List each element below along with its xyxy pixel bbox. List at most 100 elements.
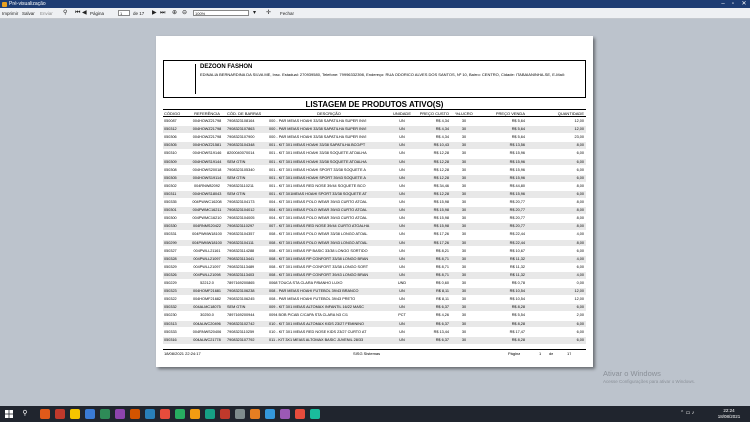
taskbar-app-icon[interactable] [265,409,275,419]
table-row: 050313 004ALWC20496 7908323102742 010 - KIT… [163,320,586,328]
cell-barras: 7908323113403 [227,272,255,277]
cell-unidade: UN [399,191,405,196]
send-label: Enviar [40,11,53,16]
taskbar-app-icon[interactable] [205,409,215,419]
cell-codigo: 050229 [164,281,177,285]
prev-page-icon[interactable]: ◀ [82,10,87,17]
search-icon[interactable]: ⚲ [20,409,30,419]
cell-barras: 7908323106238 [227,289,255,294]
send-button[interactable]: Enviar [40,10,53,17]
table-row: 050309 004HOWS19144 SEM GTIN 001 - KIT 3X1 … [163,158,586,166]
cell-descricao: 011 - KIT 3X1 MEIAS ALTOMAX BASIC JUVENI… [269,337,364,342]
table-row: 050326 004PWLL21098 7908323113403 008 - KIT… [163,271,586,279]
taskbar-app-icon[interactable] [250,409,260,419]
taskbar-app-icon[interactable] [145,409,155,419]
close-button[interactable]: Fechar [280,10,294,17]
windows-start-icon[interactable] [4,409,14,419]
cell-preco-custo: R$ 34,46 [433,183,449,188]
cell-referencia: 004PWMW18100 [192,232,222,237]
cell-preco-custo: R$ 10,43 [433,143,449,148]
cell-preco-venda: R$ 22,44 [509,240,525,245]
report-title: LISTAGEM DE PRODUTOS ATIVO(S) [163,100,586,110]
print-button[interactable]: Imprimir [2,10,18,17]
cell-preco-custo: R$ 15,98 [433,200,449,204]
cell-barras: 7908323104005 [227,216,255,221]
minimize-button[interactable]: – [718,0,728,8]
col-codigo: CÓDIGO [164,111,181,116]
tray-icons[interactable]: ⌃ ▭ ♪ [680,410,694,416]
cell-lucro: 30 [461,289,467,294]
cell-unidade: UN [399,329,405,334]
cell-barras: 7908323110297 [227,224,255,229]
zoom-dropdown-icon[interactable]: ▾ [253,10,256,17]
cell-quantidade: 6,00 [576,175,584,180]
taskbar-app-icon[interactable] [175,409,185,419]
cell-codigo: 050308 [164,167,177,172]
cell-codigo: 050305 [164,143,177,148]
cell-preco-venda: R$ 5,64 [511,127,525,132]
cell-descricao: 001 - KIT 3X1 MEIAS RED NOSE 39/44 SOQUE… [269,183,366,188]
page-input[interactable]: 1 [118,10,130,16]
cell-unidade: UN [399,289,405,294]
cell-descricao: 008 - KIT 3X1 MEIAS RP BASIC 33/38 LONGO… [269,248,368,253]
taskbar-app-icon[interactable] [130,409,140,419]
cell-codigo: 050299 [164,240,177,245]
cell-codigo: 050322 [164,297,177,302]
table-row: 050316 004ALWC21778 7908323107792 011 - KIT… [163,336,586,344]
cell-referencia: 004PWMW18100 [192,240,222,245]
next-page-icon[interactable]: ▶ [152,10,157,17]
cell-preco-venda: R$ 5,64 [511,119,525,123]
cell-descricao: 000 - PAR MEIAS HOAHI 33/38 SAPATILHA SU… [269,135,367,140]
binoculars-icon[interactable]: ⚲ [63,10,67,17]
first-page-icon[interactable]: ⏮ [75,10,80,17]
cell-preco-custo: R$ 8,71 [435,256,449,261]
taskbar-app-icon[interactable] [70,409,80,419]
cell-lucro: 30 [461,135,467,140]
taskbar-app-icon[interactable] [85,409,95,419]
close-window-button[interactable]: ✕ [739,0,749,8]
cell-quantidade: 8,00 [576,143,584,148]
logo [166,64,196,94]
taskbar-app-icon[interactable] [55,409,65,419]
cell-barras: 7908323114288 [227,248,255,253]
cell-lucro: 30 [461,313,467,318]
save-button[interactable]: Salvar [22,10,35,17]
cell-barras: 8200040070014 [227,151,255,156]
taskbar-app-icon[interactable] [280,409,290,419]
taskbar-app-icon[interactable] [40,409,50,419]
cell-lucro: 30 [461,127,467,132]
taskbar-app-icon[interactable] [190,409,200,419]
last-page-icon[interactable]: ⏭ [160,10,165,17]
zoom-in-icon[interactable]: ⊕ [172,10,177,17]
toolbar: Imprimir Salvar Enviar ⚲ ⏮ ◀ Página 1 de… [0,8,750,19]
zoom-select[interactable]: 100% [193,10,249,16]
cell-referencia: 004HOWZ21798 [192,135,222,140]
taskbar-app-icon[interactable] [310,409,320,419]
page-count: de 17 [133,11,145,16]
cell-preco-custo: R$ 15,98 [433,216,449,221]
cell-referencia: 004PWLL21097 [193,264,221,269]
clock[interactable]: 22:24 18/08/2021 [712,408,746,420]
cell-codigo: 050323 [164,289,177,294]
taskbar-app-icon[interactable] [100,409,110,419]
taskbar-app-icon[interactable] [235,409,245,419]
cell-preco-venda: R$ 22,44 [509,232,525,237]
maximize-button[interactable]: ▫ [728,0,738,8]
taskbar-app-icon[interactable] [160,409,170,419]
footer-system: SISG Sistemas [353,351,381,356]
cell-barras: 7908323108164 [227,119,255,123]
app-icon [2,1,7,7]
cell-preco-venda: R$ 11,32 [509,264,525,269]
cell-preco-venda: R$ 8,28 [511,321,525,326]
table-row: 050331 004PWMW18100 7908323104357 008 - KIT… [163,231,586,238]
cell-quantidade: 12,00 [574,289,584,294]
zoom-out-icon[interactable]: ⊖ [182,10,187,17]
taskbar-app-icon[interactable] [220,409,230,419]
cursor-icon[interactable]: ✛ [266,10,271,17]
taskbar-app-icon[interactable] [115,409,125,419]
cell-preco-custo: R$ 0,60 [435,281,449,285]
cell-preco-venda: R$ 10,54 [509,289,525,294]
cell-unidade: UN [399,337,405,342]
taskbar-app-icon[interactable] [295,409,305,419]
cell-lucro: 30 [461,208,467,213]
